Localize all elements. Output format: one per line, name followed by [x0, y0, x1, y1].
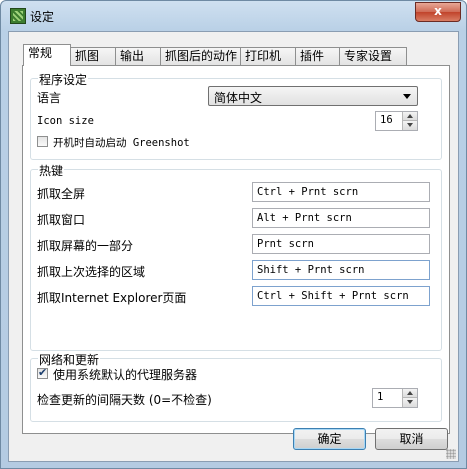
tab-output[interactable]: 输出	[115, 47, 161, 65]
spin-down-button[interactable]	[402, 398, 417, 407]
hotkey-ie-field[interactable]: Ctrl + Shift + Prnt scrn	[252, 286, 430, 306]
tab-capture[interactable]: 抓图	[70, 47, 116, 65]
dialog-client-area: 常规 抓图 输出 抓图后的动作 打印机 插件 专家设置 程序设定 语言 简体中文…	[8, 31, 459, 462]
proxy-checkbox[interactable]	[37, 366, 48, 379]
icon-size-label: Icon size	[37, 115, 94, 127]
language-label: 语言	[37, 91, 62, 105]
hotkey-window-field[interactable]: Alt + Prnt scrn	[252, 208, 430, 228]
hotkey-fullscreen-field[interactable]: Ctrl + Prnt scrn	[252, 182, 430, 202]
window-title: 设定	[30, 10, 55, 24]
spin-up-button[interactable]	[402, 389, 417, 398]
arrow-up-icon	[407, 391, 413, 395]
tab-general[interactable]: 常规	[23, 44, 71, 66]
resize-grip[interactable]	[446, 449, 456, 459]
greenshot-app-icon	[10, 8, 26, 24]
hotkeys-title: 热键	[38, 162, 65, 179]
ok-button[interactable]: 确定	[293, 428, 366, 450]
arrow-down-icon	[407, 400, 413, 404]
network-group: 网络和更新 使用系统默认的代理服务器 检查更新的间隔天数 (0=不检查) 1	[30, 351, 442, 422]
icon-size-value: 16	[380, 114, 393, 126]
hotkey-last-region-field[interactable]: Shift + Prnt scrn	[252, 260, 430, 280]
settings-window: 设定 x 常规 抓图 输出 抓图后的动作 打印机 插件 专家设置 程序设定 语言…	[0, 0, 467, 469]
hotkey-region-field[interactable]: Prnt scrn	[252, 234, 430, 254]
hotkey-region-label: 抓取屏幕的一部分	[37, 239, 134, 253]
program-settings-group: 程序设定 语言 简体中文 Icon size 16 开机时自动启动 Greens…	[30, 71, 442, 160]
hotkey-fullscreen-label: 抓取全屏	[37, 187, 86, 201]
hotkey-ie-label: 抓取Internet Explorer页面	[37, 291, 187, 305]
arrow-up-icon	[407, 114, 413, 118]
tab-printer[interactable]: 打印机	[240, 47, 296, 65]
hotkey-last-region-label: 抓取上次选择的区域	[37, 265, 146, 279]
program-settings-title: 程序设定	[38, 71, 89, 88]
icon-size-spin-buttons	[402, 112, 417, 130]
title-bar[interactable]: 设定 x	[1, 1, 466, 31]
tab-expert-settings[interactable]: 专家设置	[339, 47, 407, 65]
chevron-down-icon	[403, 94, 411, 99]
cancel-button[interactable]: 取消	[375, 428, 448, 450]
update-interval-spin-buttons	[402, 389, 417, 407]
arrow-down-icon	[407, 123, 413, 127]
update-interval-stepper[interactable]: 1	[372, 388, 418, 408]
tab-plugins[interactable]: 插件	[295, 47, 340, 65]
autostart-checkbox[interactable]	[37, 136, 48, 147]
update-interval-label: 检查更新的间隔天数 (0=不检查)	[37, 393, 212, 407]
icon-size-stepper[interactable]: 16	[375, 111, 418, 131]
language-select[interactable]: 简体中文	[208, 86, 418, 106]
tab-panel-general: 程序设定 语言 简体中文 Icon size 16 开机时自动启动 Greens…	[22, 65, 450, 434]
update-interval-value: 1	[377, 391, 384, 403]
hotkeys-group: 热键 抓取全屏 Ctrl + Prnt scrn 抓取窗口 Alt + Prnt…	[30, 162, 442, 351]
proxy-label: 使用系统默认的代理服务器	[53, 368, 198, 382]
tab-post-capture-actions[interactable]: 抓图后的动作	[160, 47, 241, 65]
spin-up-button[interactable]	[402, 112, 417, 121]
hotkey-window-label: 抓取窗口	[37, 213, 86, 227]
spin-down-button[interactable]	[402, 121, 417, 130]
autostart-label: 开机时自动启动 Greenshot	[53, 137, 190, 149]
close-button[interactable]: x	[415, 2, 461, 22]
language-select-value: 简体中文	[214, 91, 263, 105]
